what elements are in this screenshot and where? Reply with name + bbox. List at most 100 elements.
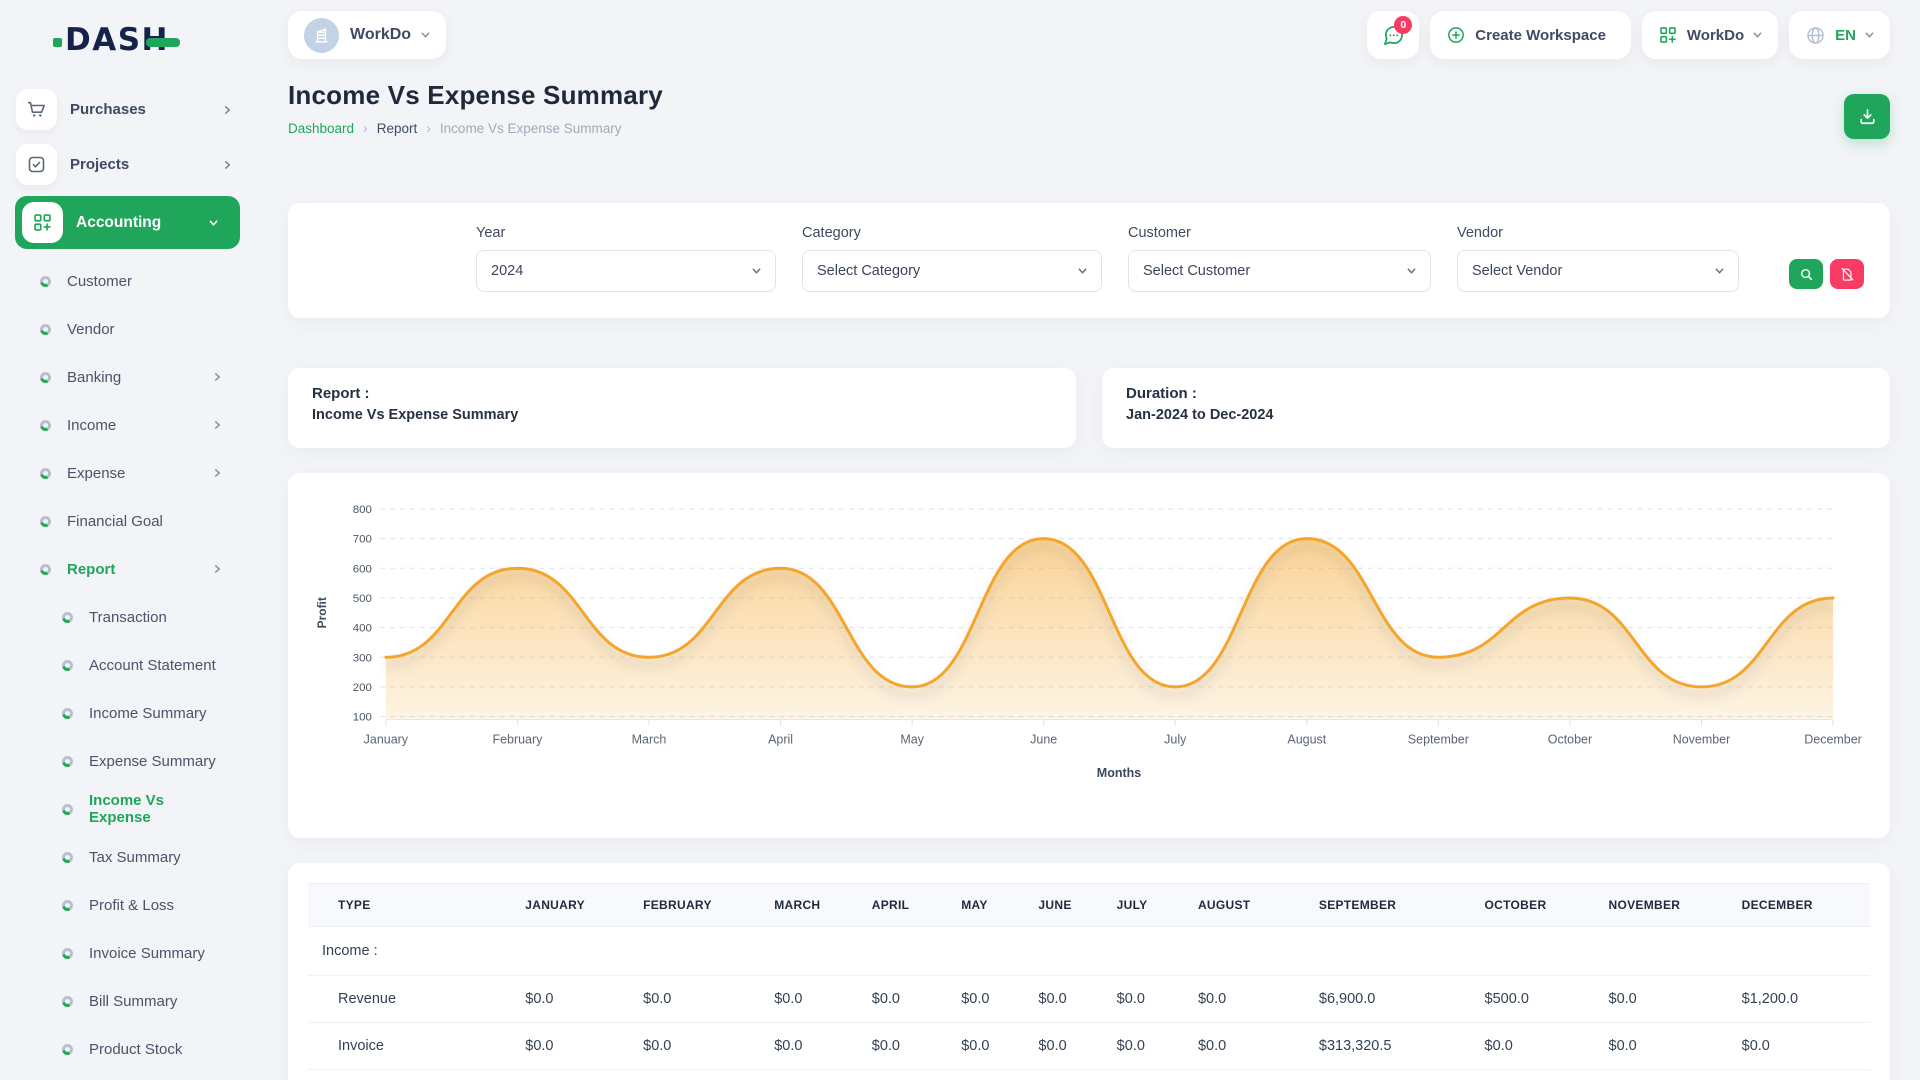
table-row: Invoice$0.0$0.0$0.0$0.0$0.0$0.0$0.0$0.0$…: [308, 1023, 1870, 1070]
checkbox-icon-box: [16, 144, 57, 185]
sidebar-item-profit-loss[interactable]: Profit & Loss: [0, 881, 258, 929]
sidebar-item-invoice-summary[interactable]: Invoice Summary: [0, 929, 258, 977]
sidebar-item-cash-flow[interactable]: Cash Flow: [0, 1073, 258, 1080]
sidebar: DASH Purchases Projects Accounting Custo…: [0, 0, 258, 1080]
chevron-right-icon: [213, 419, 222, 431]
workspace-pill[interactable]: WorkDo: [288, 11, 446, 59]
filter-label: Vendor: [1457, 225, 1739, 241]
download-button[interactable]: [1844, 94, 1890, 139]
sidebar-item-tax-summary[interactable]: Tax Summary: [0, 833, 258, 881]
sidebar-item-purchases[interactable]: Purchases: [0, 82, 258, 137]
sidebar-item-report[interactable]: Report: [0, 545, 258, 593]
sidebar-item-label: Purchases: [70, 101, 146, 118]
breadcrumb-report[interactable]: Report: [377, 121, 418, 136]
sidebar-item-projects[interactable]: Projects: [0, 137, 258, 192]
table-cell: $0.0: [858, 1023, 947, 1070]
sidebar-item-income-summary[interactable]: Income Summary: [0, 689, 258, 737]
chevron-down-icon: [1753, 29, 1762, 41]
bullet-icon: [62, 1044, 73, 1055]
svg-text:January: January: [364, 733, 409, 747]
grid-plus-icon: [32, 212, 53, 233]
sidebar-item-income[interactable]: Income: [0, 401, 258, 449]
sidebar-item-label: Financial Goal: [67, 513, 163, 530]
chevron-right-icon: ›: [426, 120, 431, 136]
breadcrumb-dashboard[interactable]: Dashboard: [288, 121, 354, 136]
report-summary-card: Report : Income Vs Expense Summary: [288, 368, 1076, 448]
duration-card-title: Duration :: [1126, 385, 1866, 402]
column-header: APRIL: [858, 884, 947, 927]
chevron-down-icon: [209, 217, 218, 229]
bullet-icon: [40, 276, 51, 287]
chevron-right-icon: [223, 159, 232, 171]
bullet-icon: [40, 516, 51, 527]
filter-card: Year 2024 Category Select Category Custo…: [288, 203, 1890, 318]
workspace-dropdown[interactable]: WorkDo: [1642, 11, 1778, 59]
language-dropdown[interactable]: EN: [1789, 11, 1890, 59]
create-workspace-label: Create Workspace: [1475, 27, 1606, 44]
vendor-select[interactable]: Select Vendor: [1457, 250, 1739, 292]
grid-plus-icon: [1658, 25, 1678, 45]
page-title: Income Vs Expense Summary: [288, 80, 663, 111]
duration-summary-card: Duration : Jan-2024 to Dec-2024: [1102, 368, 1890, 448]
bullet-icon: [62, 612, 73, 623]
sidebar-item-expense-summary[interactable]: Expense Summary: [0, 737, 258, 785]
svg-text:September: September: [1408, 733, 1469, 747]
messages-button[interactable]: 0: [1367, 11, 1419, 59]
sidebar-item-label: Account Statement: [89, 657, 216, 674]
svg-text:August: August: [1287, 733, 1326, 747]
bullet-icon: [62, 900, 73, 911]
sidebar-item-financial-goal[interactable]: Financial Goal: [0, 497, 258, 545]
select-value: Select Category: [817, 263, 920, 279]
bullet-icon: [62, 660, 73, 671]
table-cell: $1,200.0: [1728, 976, 1870, 1023]
column-header: TYPE: [308, 884, 511, 927]
row-label: Invoice: [308, 1023, 511, 1070]
sidebar-item-label: Banking: [67, 369, 121, 386]
x-axis-title: Months: [308, 766, 1870, 780]
reset-filter-button[interactable]: [1830, 259, 1864, 289]
table-cell: $0.0: [511, 1023, 629, 1070]
bullet-icon: [62, 948, 73, 959]
sidebar-item-product-stock[interactable]: Product Stock: [0, 1025, 258, 1073]
sidebar-item-vendor[interactable]: Vendor: [0, 305, 258, 353]
sidebar-item-transaction[interactable]: Transaction: [0, 593, 258, 641]
sidebar-item-banking[interactable]: Banking: [0, 353, 258, 401]
bullet-icon: [40, 468, 51, 479]
svg-text:500: 500: [353, 593, 372, 605]
sidebar-item-label: Report: [67, 561, 115, 578]
chevron-down-icon: [1407, 265, 1416, 277]
table-cell: $0.0: [511, 976, 629, 1023]
bullet-icon: [62, 852, 73, 863]
sidebar-item-customer[interactable]: Customer: [0, 257, 258, 305]
create-workspace-button[interactable]: Create Workspace: [1430, 11, 1631, 59]
category-select[interactable]: Select Category: [802, 250, 1102, 292]
apply-filter-button[interactable]: [1789, 259, 1823, 289]
sidebar-item-label: Transaction: [89, 609, 167, 626]
column-header: DECEMBER: [1728, 884, 1870, 927]
year-select[interactable]: 2024: [476, 250, 776, 292]
column-header: NOVEMBER: [1595, 884, 1728, 927]
duration-card-value: Jan-2024 to Dec-2024: [1126, 407, 1866, 423]
table-cell: $0.0: [947, 976, 1024, 1023]
chevron-down-icon: [1865, 29, 1874, 41]
table-group-label: Income :: [308, 927, 1870, 976]
sidebar-item-account-statement[interactable]: Account Statement: [0, 641, 258, 689]
customer-select[interactable]: Select Customer: [1128, 250, 1431, 292]
svg-text:November: November: [1673, 733, 1731, 747]
bullet-icon: [62, 708, 73, 719]
bullet-icon: [40, 324, 51, 335]
table-cell: $0.0: [947, 1023, 1024, 1070]
select-value: 2024: [491, 263, 523, 279]
column-header: AUGUST: [1184, 884, 1305, 927]
sidebar-item-income-vs-expense[interactable]: Income Vs Expense: [0, 785, 258, 833]
svg-text:June: June: [1030, 733, 1057, 747]
svg-text:April: April: [768, 733, 793, 747]
sidebar-item-accounting[interactable]: Accounting: [15, 196, 240, 249]
chevron-down-icon: [1078, 265, 1087, 277]
sidebar-item-label: Expense Summary: [89, 753, 216, 770]
income-expense-table: TYPEJANUARYFEBRUARYMARCHAPRILMAYJUNEJULY…: [308, 883, 1870, 1080]
sidebar-item-bill-summary[interactable]: Bill Summary: [0, 977, 258, 1025]
sidebar-item-expense[interactable]: Expense: [0, 449, 258, 497]
app-logo[interactable]: DASH: [53, 22, 258, 58]
svg-text:March: March: [632, 733, 667, 747]
